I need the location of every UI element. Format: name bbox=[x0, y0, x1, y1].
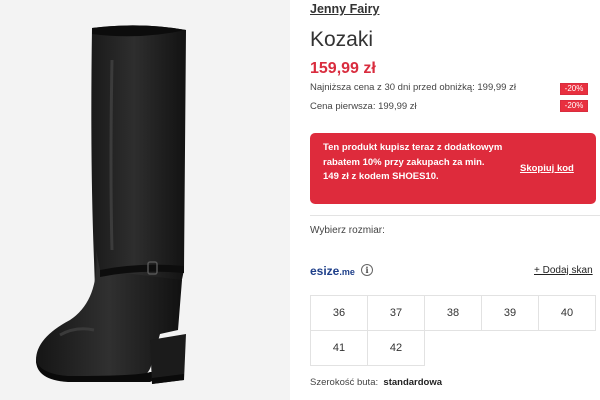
product-info: Jenny Fairy Kozaki 159,99 zł Najniższa c… bbox=[310, 0, 600, 400]
shoe-width-label: Szerokość buta: bbox=[310, 377, 379, 388]
promo-banner: Ten produkt kupisz teraz z dodatkowym ra… bbox=[310, 133, 596, 204]
product-image[interactable] bbox=[0, 0, 290, 400]
size-option[interactable]: 36 bbox=[310, 295, 368, 331]
size-select-label: Wybierz rozmiar: bbox=[310, 225, 385, 236]
size-option[interactable]: 37 bbox=[367, 295, 425, 331]
shoe-width: Szerokość buta: standardowa bbox=[310, 377, 442, 388]
size-option[interactable]: 40 bbox=[538, 295, 596, 331]
product-price: 159,99 zł bbox=[310, 60, 376, 77]
esize-suffix: .me bbox=[339, 267, 355, 277]
size-option[interactable]: 42 bbox=[367, 330, 425, 366]
size-option[interactable]: 38 bbox=[424, 295, 482, 331]
size-option[interactable]: 41 bbox=[310, 330, 368, 366]
divider bbox=[310, 215, 600, 216]
brand-link[interactable]: Jenny Fairy bbox=[310, 2, 379, 16]
shoe-width-value: standardowa bbox=[383, 377, 443, 388]
discount-badge: -20% bbox=[560, 100, 588, 112]
promo-text: Ten produkt kupisz teraz z dodatkowym ra… bbox=[323, 142, 503, 182]
info-icon[interactable]: i bbox=[361, 264, 373, 276]
product-title: Kozaki bbox=[310, 28, 374, 51]
lowest-price-info: Najniższa cena z 30 dni przed obniżką: 1… bbox=[310, 82, 516, 93]
add-scan-link[interactable]: + Dodaj skan bbox=[534, 265, 593, 276]
discount-badge: -20% bbox=[560, 83, 588, 95]
esize-brand: esize bbox=[310, 264, 340, 278]
copy-code-button[interactable]: Skopiuj kod bbox=[520, 163, 574, 174]
first-price-info: Cena pierwsza: 199,99 zł bbox=[310, 101, 417, 112]
esize-logo: esize.me bbox=[310, 264, 355, 278]
boot-image bbox=[36, 25, 186, 384]
size-option[interactable]: 39 bbox=[481, 295, 539, 331]
